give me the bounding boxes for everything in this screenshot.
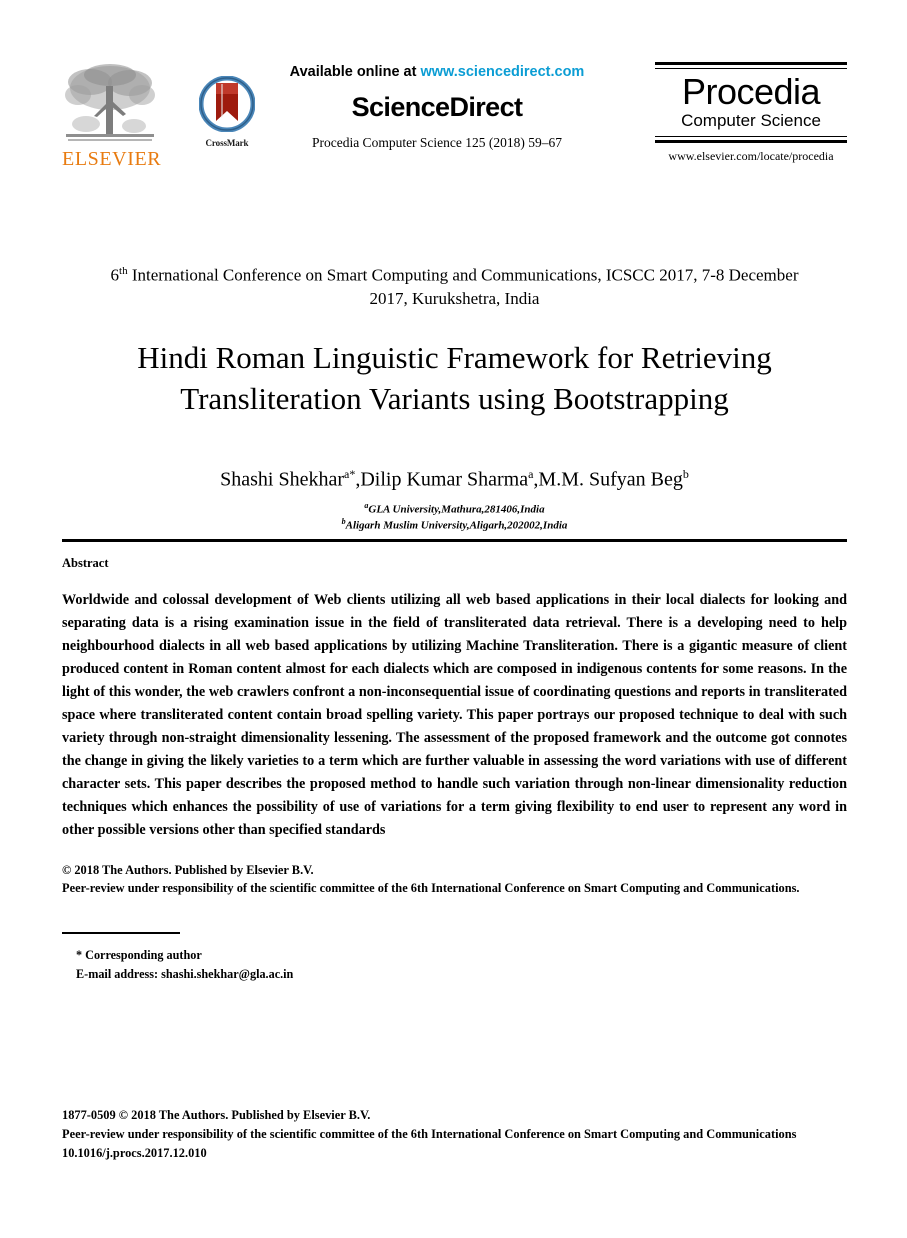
- corresponding-author-note: * Corresponding author: [76, 948, 202, 963]
- header-divider: [62, 538, 847, 542]
- author-name-3: M.M. Sufyan Beg: [538, 468, 683, 491]
- sciencedirect-logo: ScienceDirect: [351, 92, 523, 122]
- sciencedirect-url-link[interactable]: www.sciencedirect.com: [420, 64, 584, 80]
- page-footer: 1877-0509 © 2018 The Authors. Published …: [62, 1106, 847, 1163]
- conference-ordinal-suffix: th: [119, 265, 128, 277]
- footnote-block: * Corresponding author E-mail address: s…: [62, 946, 847, 983]
- email-line: E-mail address: shashi.shekhar@gla.ac.in: [76, 965, 847, 983]
- conference-line: 6th International Conference on Smart Co…: [62, 264, 847, 311]
- issn-copyright-line: 1877-0509 © 2018 The Authors. Published …: [62, 1108, 371, 1122]
- doi-line[interactable]: 10.1016/j.procs.2017.12.010: [62, 1144, 847, 1163]
- abstract-heading: Abstract: [62, 555, 109, 570]
- procedia-logo: Procedia Computer Science www.elsevier.c…: [655, 62, 847, 164]
- footnote-divider: [62, 932, 180, 935]
- available-online-line: Available online at www.sciencedirect.co…: [247, 64, 627, 80]
- procedia-title: Procedia: [681, 71, 821, 112]
- procedia-subtitle: Computer Science: [681, 110, 821, 130]
- sciencedirect-block: Available online at www.sciencedirect.co…: [247, 64, 627, 151]
- elsevier-logo: ELSEVIER: [62, 62, 162, 170]
- author-list: Shashi Shekhara*,Dilip Kumar Sharmaa,M.M…: [62, 467, 847, 492]
- procedia-url-link[interactable]: www.elsevier.com/locate/procedia: [655, 149, 847, 164]
- masthead: ELSEVIER CrossMark Available online at w…: [62, 0, 847, 202]
- conference-text: International Conference on Smart Comput…: [127, 265, 799, 308]
- journal-cover-page: ELSEVIER CrossMark Available online at w…: [0, 0, 907, 1238]
- email-label: E-mail address:: [76, 966, 162, 981]
- available-online-prefix: Available online at: [289, 64, 421, 80]
- journal-citation-line: Procedia Computer Science 125 (2018) 59–…: [311, 135, 563, 150]
- affiliation-text: Aligarh Muslim University,Aligarh,202002…: [345, 519, 568, 532]
- affiliation-item: bAligarh Muslim University,Aligarh,20200…: [62, 517, 847, 534]
- copyright-line: © 2018 The Authors. Published by Elsevie…: [62, 862, 314, 877]
- page-title: Hindi Roman Linguistic Framework for Ret…: [137, 339, 772, 416]
- author-marks-1: a*: [344, 466, 356, 481]
- page-content: ELSEVIER CrossMark Available online at w…: [62, 0, 847, 1238]
- conference-ordinal: 6: [110, 265, 120, 285]
- elsevier-tree-icon: [65, 64, 155, 141]
- email-address[interactable]: shashi.shekhar@gla.ac.in: [161, 967, 293, 981]
- procedia-logo-box: Procedia Computer Science: [655, 62, 847, 144]
- peer-review-line: Peer-review under responsibility of the …: [62, 881, 800, 896]
- author-name-2: Dilip Kumar Sharma: [360, 468, 529, 491]
- copyright-block: © 2018 The Authors. Published by Elsevie…: [62, 861, 847, 899]
- affiliation-list: aGLA University,Mathura,281406,India bAl…: [62, 501, 847, 534]
- footer-peer-review-line: Peer-review under responsibility of the …: [62, 1126, 797, 1141]
- affiliation-text: GLA University,Mathura,281406,India: [368, 503, 545, 516]
- abstract-body: Worldwide and colossal development of We…: [62, 591, 847, 838]
- author-marks-3: b: [682, 466, 689, 481]
- affiliation-item: aGLA University,Mathura,281406,India: [62, 501, 847, 518]
- elsevier-wordmark: ELSEVIER: [62, 148, 162, 170]
- author-name-1: Shashi Shekhar: [220, 468, 345, 491]
